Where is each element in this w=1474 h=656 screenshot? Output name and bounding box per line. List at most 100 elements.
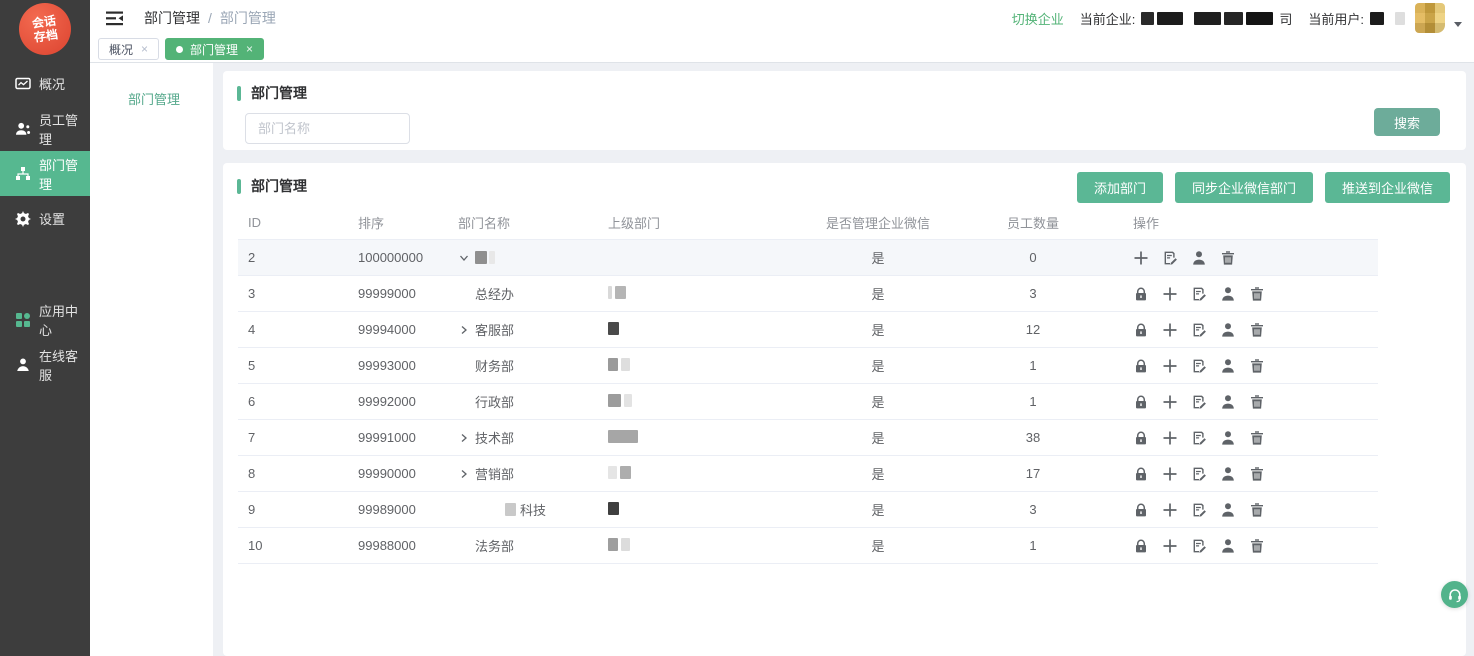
app-logo[interactable]: 会话 存档 [19,3,71,55]
user-avatar[interactable] [1415,3,1445,33]
breadcrumb-separator: / [208,10,212,26]
sidebar-item-label: 员工管理 [39,110,90,148]
user-icon[interactable] [1191,250,1207,266]
tab-0[interactable]: 概况× [98,38,159,60]
lock-icon[interactable] [1133,430,1149,446]
cell-employee-count: 17 [958,466,1108,481]
table-row: 499994000客服部是12 [238,312,1378,348]
edit-icon[interactable] [1191,430,1207,446]
user-menu-caret-icon[interactable] [1454,22,1462,27]
lock-icon[interactable] [1133,538,1149,554]
lock-icon[interactable] [1133,322,1149,338]
table-action-button-2[interactable]: 推送到企业微信 [1325,172,1450,203]
cell-parent-department [608,250,798,265]
plus-icon[interactable] [1162,394,1178,410]
plus-icon[interactable] [1162,502,1178,518]
user-icon[interactable] [1220,286,1236,302]
trash-icon[interactable] [1249,538,1265,554]
fold-menu-icon[interactable] [106,11,124,26]
plus-icon[interactable] [1162,322,1178,338]
user-icon[interactable] [1220,538,1236,554]
redacted-block [615,286,626,299]
edit-icon[interactable] [1191,466,1207,482]
user-icon[interactable] [1220,394,1236,410]
sidebar-item-org[interactable]: 部门管理 [0,151,90,196]
edit-icon[interactable] [1162,250,1178,266]
table-action-button-0[interactable]: 添加部门 [1077,172,1163,203]
edit-icon[interactable] [1191,538,1207,554]
plus-icon[interactable] [1162,466,1178,482]
cell-department-name: 营销部 [458,464,608,483]
breadcrumb-parent[interactable]: 部门管理 [144,8,200,28]
cell-id: 2 [238,250,358,265]
lock-icon[interactable] [1133,394,1149,410]
chevron-right-icon[interactable] [458,468,470,480]
department-name-input[interactable] [245,113,410,144]
redacted-block [621,538,630,551]
tab-close-icon[interactable]: × [141,42,148,56]
sidebar-item-support[interactable]: 在线客服 [0,342,90,387]
trash-icon[interactable] [1249,394,1265,410]
tab-1[interactable]: 部门管理× [165,38,264,60]
cell-sort: 99990000 [358,466,458,481]
online-support-button[interactable] [1441,581,1468,608]
lock-icon[interactable] [1133,286,1149,302]
column-header-4: 是否管理企业微信 [798,213,958,232]
table-card: 部门管理 添加部门同步企业微信部门推送到企业微信 ID排序部门名称上级部门是否管… [223,163,1466,656]
column-header-0: ID [238,215,358,230]
trash-icon[interactable] [1249,430,1265,446]
trash-icon[interactable] [1220,250,1236,266]
chevron-right-icon[interactable] [458,432,470,444]
plus-icon[interactable] [1162,538,1178,554]
cell-employee-count: 3 [958,286,1108,301]
trash-icon[interactable] [1249,502,1265,518]
trash-icon[interactable] [1249,358,1265,374]
search-button[interactable]: 搜索 [1374,108,1440,136]
user-icon[interactable] [1220,358,1236,374]
sidebar-item-apps[interactable]: 应用中心 [0,297,90,342]
redacted-block [1395,12,1405,25]
user-icon[interactable] [1220,466,1236,482]
cell-department-name: 行政部 [458,392,608,411]
department-name: 科技 [520,500,546,519]
plus-icon[interactable] [1162,358,1178,374]
column-header-3: 上级部门 [608,213,798,232]
active-tab-dot [176,46,183,53]
switch-company-link[interactable]: 切换企业 [1012,9,1064,28]
cell-manage-wework: 是 [798,464,958,483]
user-icon[interactable] [1220,502,1236,518]
edit-icon[interactable] [1191,358,1207,374]
chevron-down-icon[interactable] [458,252,470,264]
user-icon[interactable] [1220,322,1236,338]
plus-icon[interactable] [1162,430,1178,446]
sidebar-item-chart[interactable]: 概况 [0,61,90,106]
chevron-right-icon[interactable] [458,324,470,336]
trash-icon[interactable] [1249,322,1265,338]
plus-icon[interactable] [1133,250,1149,266]
table-row: 599993000财务部是1 [238,348,1378,384]
sidebar-item-users[interactable]: 员工管理 [0,106,90,151]
cell-parent-department [608,466,798,482]
department-name: 法务部 [475,536,514,555]
current-company-label: 当前企业: [1080,9,1136,28]
table-action-button-1[interactable]: 同步企业微信部门 [1175,172,1313,203]
plus-icon[interactable] [1162,286,1178,302]
edit-icon[interactable] [1191,286,1207,302]
department-name: 客服部 [475,320,514,339]
user-icon[interactable] [1220,430,1236,446]
lock-icon[interactable] [1133,502,1149,518]
edit-icon[interactable] [1191,322,1207,338]
edit-icon[interactable] [1191,394,1207,410]
submenu-item-department[interactable]: 部门管理 [128,89,213,108]
edit-icon[interactable] [1191,502,1207,518]
current-user-label: 当前用户: [1308,9,1364,28]
table-row: 399999000总经办是3 [238,276,1378,312]
lock-icon[interactable] [1133,358,1149,374]
trash-icon[interactable] [1249,466,1265,482]
org-icon [15,166,31,182]
lock-icon[interactable] [1133,466,1149,482]
trash-icon[interactable] [1249,286,1265,302]
title-accent-bar [237,179,241,194]
sidebar-item-gear[interactable]: 设置 [0,196,90,241]
tab-close-icon[interactable]: × [246,42,253,56]
